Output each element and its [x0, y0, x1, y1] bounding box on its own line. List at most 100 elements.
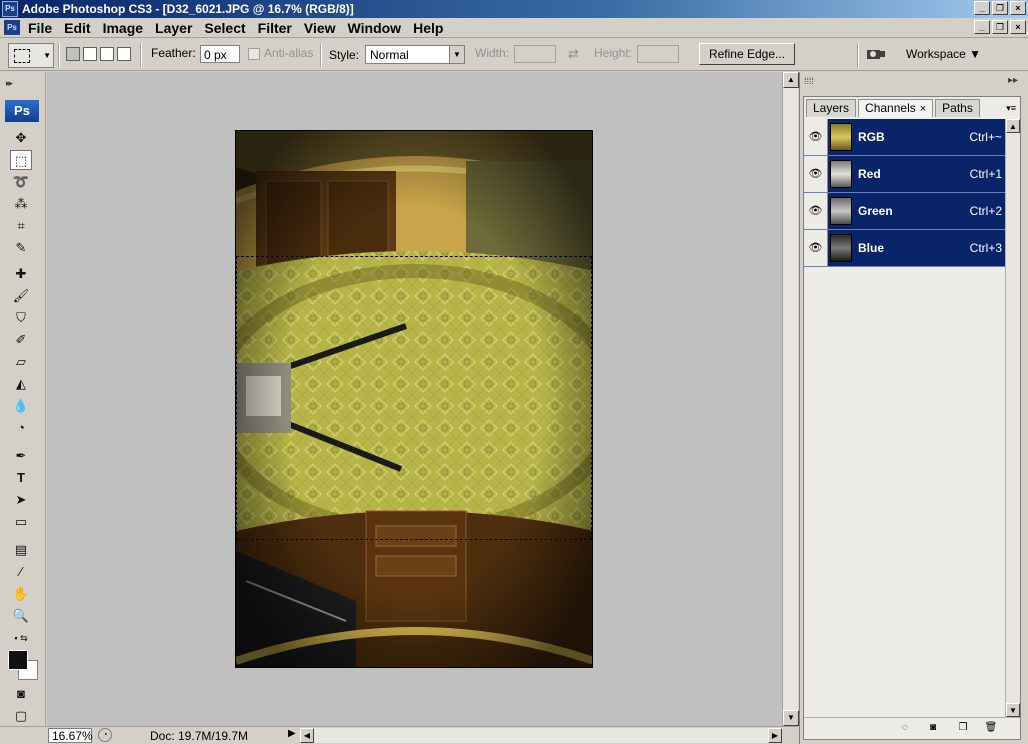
tab-channels[interactable]: Channels × [858, 99, 934, 117]
scroll-up-button[interactable]: ▲ [1006, 119, 1020, 133]
panel-scrollbar[interactable]: ▲ ▼ [1005, 119, 1020, 717]
slice-tool-icon[interactable]: ✎ [10, 238, 32, 258]
lasso-tool-icon[interactable]: ➰ [10, 172, 32, 192]
doc-close-button[interactable]: × [1010, 20, 1026, 34]
bridge-status-icon[interactable]: ◔ [98, 728, 112, 742]
new-channel-icon[interactable]: ❐ [956, 722, 970, 734]
foreground-color-swatch[interactable] [8, 650, 28, 670]
dodge-tool-icon[interactable]: ◔ [10, 418, 32, 438]
screen-mode-icon[interactable]: ▢ [10, 706, 32, 726]
channel-row-red[interactable]: 👁 Red Ctrl+1 [804, 156, 1006, 193]
width-input[interactable] [514, 45, 556, 63]
height-input[interactable] [637, 45, 679, 63]
add-to-selection-button[interactable] [83, 47, 97, 61]
zoom-level-field[interactable]: 16.67% [48, 728, 93, 743]
menu-help[interactable]: Help [411, 20, 453, 36]
brush-tool-icon[interactable]: 🖌 [10, 286, 32, 306]
menu-view[interactable]: View [302, 20, 346, 36]
scroll-down-button[interactable]: ▼ [783, 710, 799, 726]
visibility-eye-icon[interactable]: 👁 [804, 193, 828, 229]
minimize-button[interactable]: _ [974, 1, 990, 15]
scroll-down-button[interactable]: ▼ [1006, 703, 1020, 717]
menu-file[interactable]: File [26, 20, 62, 36]
pen-tool-icon[interactable]: ✒ [10, 446, 32, 466]
delete-channel-icon[interactable]: 🗑 [984, 722, 998, 734]
anti-alias-checkbox[interactable] [248, 48, 260, 60]
panel-grip-icon[interactable]: ⁞⁞⁞⁞ [804, 76, 814, 86]
hand-tool-icon[interactable]: ✋ [10, 584, 32, 604]
crop-tool-icon[interactable]: ⌗ [10, 216, 32, 236]
scroll-right-button[interactable]: ▶ [768, 728, 782, 743]
doc-restore-button[interactable]: ❐ [992, 20, 1008, 34]
status-menu-arrow-icon[interactable]: ▶ [288, 728, 296, 739]
visibility-eye-icon[interactable]: 👁 [804, 230, 828, 266]
panel-grip-icon[interactable]: ▸▸ [6, 78, 13, 89]
panel-dock: ⁞⁞⁞⁞ ▸▸ Layers Channels × Paths ▾≡ 👁 RGB … [799, 72, 1028, 744]
menu-filter[interactable]: Filter [256, 20, 302, 36]
subtract-from-selection-button[interactable] [100, 47, 114, 61]
magic-wand-tool-icon[interactable]: ⁂ [10, 194, 32, 214]
zoom-tool-icon[interactable]: 🔍 [10, 606, 32, 626]
rectangle-tool-icon[interactable]: ▭ [10, 512, 32, 532]
blur-tool-icon[interactable]: 💧 [10, 396, 32, 416]
canvas-horizontal-scrollbar[interactable]: ◀ ▶ [300, 728, 782, 743]
close-tab-icon[interactable]: × [920, 103, 926, 115]
tab-layers[interactable]: Layers [806, 99, 857, 117]
scroll-up-button[interactable]: ▲ [783, 72, 799, 88]
channel-row-rgb[interactable]: 👁 RGB Ctrl+~ [804, 119, 1006, 156]
scroll-left-button[interactable]: ◀ [300, 728, 314, 743]
document-size-readout: Doc: 19.7M/19.7M [150, 729, 249, 743]
visibility-eye-icon[interactable]: 👁 [804, 156, 828, 192]
feather-input[interactable]: 0 px [200, 45, 240, 63]
rectangular-marquee-tool-icon[interactable]: ⬚ [10, 150, 32, 170]
eyedropper-tool-icon[interactable]: ⁄ [10, 562, 32, 582]
width-label: Width: [475, 46, 510, 60]
load-channel-as-selection-icon[interactable]: ◌ [898, 722, 912, 734]
refine-edge-button[interactable]: Refine Edge... [699, 43, 795, 65]
path-selection-tool-icon[interactable]: ➤ [10, 490, 32, 510]
marquee-selection[interactable] [236, 256, 592, 540]
type-tool-icon[interactable]: T [10, 468, 32, 488]
visibility-eye-icon[interactable]: 👁 [804, 119, 828, 155]
notes-tool-icon[interactable]: ▤ [10, 540, 32, 560]
restore-button[interactable]: ❐ [992, 1, 1008, 15]
healing-brush-tool-icon[interactable]: ✚ [10, 264, 32, 284]
intersect-selection-button[interactable] [117, 47, 131, 61]
menu-image[interactable]: Image [101, 20, 153, 36]
channel-row-blue[interactable]: 👁 Blue Ctrl+3 [804, 230, 1006, 267]
channel-name: RGB [858, 130, 885, 144]
tab-paths[interactable]: Paths [935, 99, 980, 117]
menu-select[interactable]: Select [202, 20, 255, 36]
anti-alias-label: Anti-alias [264, 46, 314, 60]
eraser-tool-icon[interactable]: ▱ [10, 352, 32, 372]
paint-bucket-tool-icon[interactable]: ◭ [10, 374, 32, 394]
rectangular-marquee-icon [14, 49, 30, 63]
save-selection-as-channel-icon[interactable]: ◙ [926, 722, 940, 734]
panel-menu-icon[interactable]: ▾≡ [1006, 103, 1016, 114]
swap-dimensions-icon[interactable]: ⇄ [568, 46, 579, 62]
status-bar: 16.67% ◔ Doc: 19.7M/19.7M ▶ ◀ ▶ [0, 726, 798, 744]
photoshop-logo[interactable]: Ps [5, 100, 39, 122]
menu-layer[interactable]: Layer [153, 20, 202, 36]
channels-panel: Layers Channels × Paths ▾≡ 👁 RGB Ctrl+~ 👁… [803, 96, 1021, 740]
bridge-icon[interactable] [866, 47, 886, 61]
collapse-panel-icon[interactable]: ▸▸ [1008, 75, 1018, 86]
quick-mask-icon[interactable]: ◙ [10, 684, 32, 704]
clone-stamp-tool-icon[interactable]: ⛉ [10, 308, 32, 328]
tool-preset-picker[interactable]: ▼ [8, 43, 54, 68]
channel-name: Red [858, 167, 881, 181]
document-icon[interactable]: Ps [4, 20, 20, 35]
default-colors-icon[interactable]: ▪ ⇆ [6, 628, 36, 648]
close-button[interactable]: × [1010, 1, 1026, 15]
menu-edit[interactable]: Edit [62, 20, 100, 36]
chevron-down-icon: ▼ [43, 51, 51, 60]
workspace-menu[interactable]: Workspace ▼ [906, 47, 981, 61]
style-select[interactable]: Normal ▼ [365, 45, 465, 64]
canvas-vertical-scrollbar[interactable]: ▲ ▼ [782, 72, 799, 726]
history-brush-tool-icon[interactable]: ✐ [10, 330, 32, 350]
move-tool-icon[interactable]: ✥ [10, 128, 32, 148]
doc-minimize-button[interactable]: _ [974, 20, 990, 34]
new-selection-button[interactable] [66, 47, 80, 61]
menu-window[interactable]: Window [346, 20, 412, 36]
channel-row-green[interactable]: 👁 Green Ctrl+2 [804, 193, 1006, 230]
